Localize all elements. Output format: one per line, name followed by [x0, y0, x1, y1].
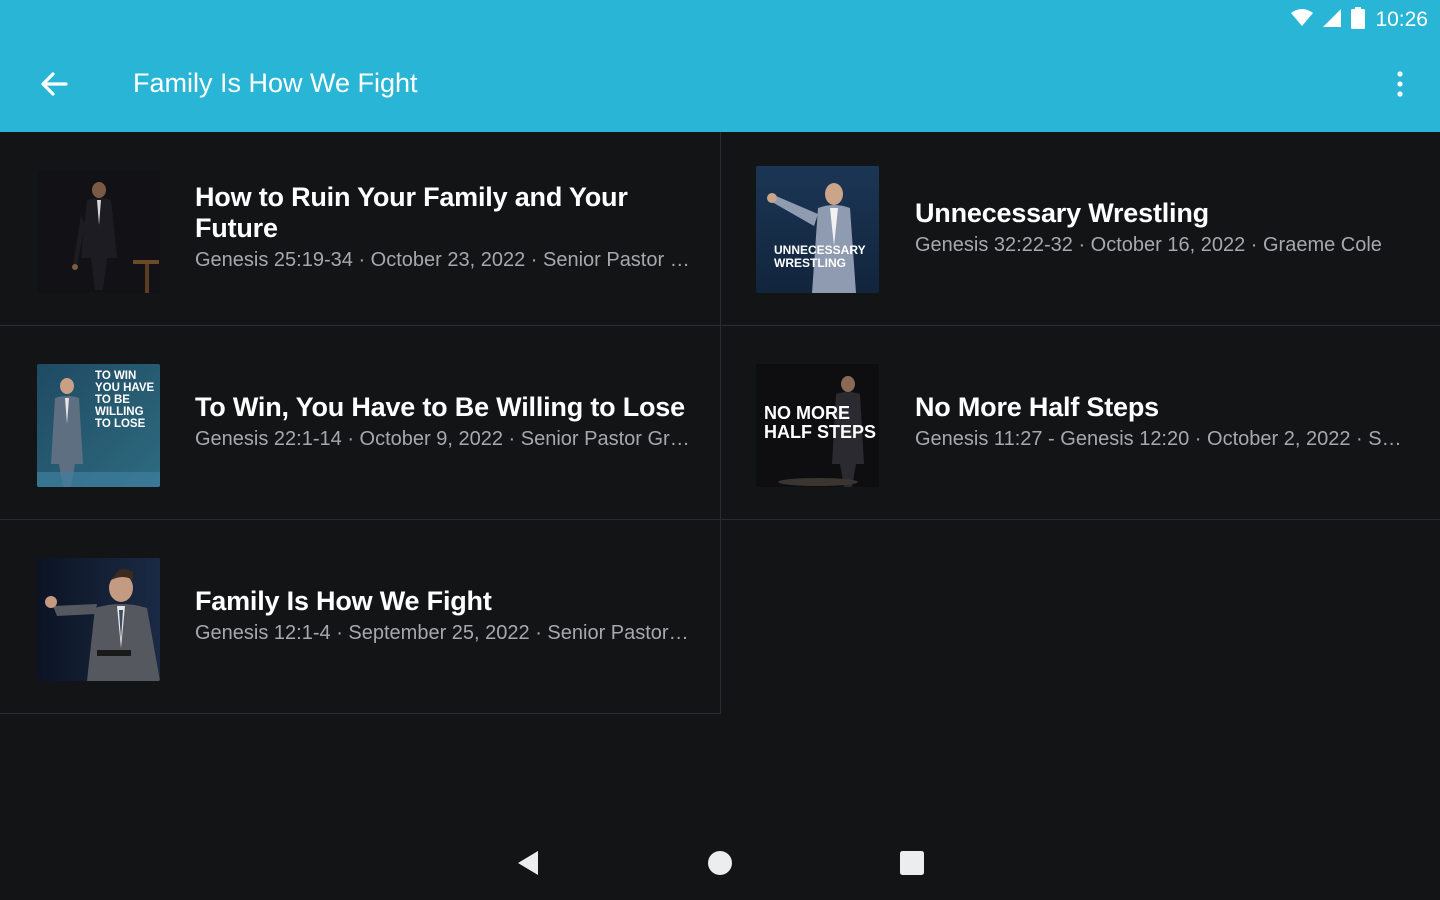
nav-back-button[interactable]	[500, 840, 556, 890]
nav-recents-icon	[900, 850, 924, 880]
sermon-card[interactable]: TO WIN YOU HAVE TO BE WILLING TO LOSE To…	[0, 326, 721, 520]
sermon-thumbnail: NO MORE HALF STEPS	[756, 364, 879, 487]
nav-home-icon	[707, 850, 733, 881]
thumbnail-caption: UNNECESSARY WRESTLING	[774, 243, 866, 270]
sermon-title: Family Is How We Fight	[195, 585, 492, 616]
sermon-card[interactable]: UNNECESSARY WRESTLING Unnecessary Wrestl…	[721, 132, 1440, 326]
system-nav-bar	[0, 830, 1440, 900]
page-title: Family Is How We Fight	[133, 68, 418, 98]
sermon-subtitle: Genesis 12:1-4 · September 25, 2022 · Se…	[195, 621, 690, 644]
sermon-subtitle: Genesis 32:22-32 · October 16, 2022 · Gr…	[915, 233, 1382, 256]
sermon-subtitle: Genesis 11:27 - Genesis 12:20 · October …	[915, 427, 1412, 450]
arrow-left-icon	[40, 71, 68, 101]
wifi-icon	[1291, 8, 1314, 32]
sermon-title: To Win, You Have to Be Willing to Lose	[195, 391, 685, 422]
nav-home-button[interactable]	[692, 840, 748, 890]
app-bar: Family Is How We Fight	[0, 40, 1440, 132]
sermon-subtitle: Genesis 22:1-14 · October 9, 2022 · Seni…	[195, 427, 690, 450]
battery-icon	[1351, 6, 1366, 34]
sermon-text: Family Is How We Fight Genesis 12:1-4 · …	[195, 520, 690, 713]
status-time: 10:26	[1375, 8, 1428, 31]
sermon-card[interactable]: Family Is How We Fight Genesis 12:1-4 · …	[0, 520, 721, 714]
sermon-card[interactable]: How to Ruin Your Family and Your Future …	[0, 132, 721, 326]
sermon-text: How to Ruin Your Family and Your Future …	[195, 132, 690, 325]
more-vert-icon	[1396, 70, 1404, 102]
sermon-title: How to Ruin Your Family and Your Future	[195, 182, 628, 243]
sermon-text: No More Half Steps Genesis 11:27 - Genes…	[915, 326, 1412, 519]
sermon-title: Unnecessary Wrestling	[915, 197, 1209, 228]
sermon-thumbnail	[37, 558, 160, 681]
back-button[interactable]	[30, 64, 78, 108]
thumbnail-caption: NO MORE HALF STEPS	[764, 403, 877, 442]
sermon-thumbnail: UNNECESSARY WRESTLING	[756, 166, 879, 293]
sermon-thumbnail	[37, 170, 160, 293]
thumbnail-caption: TO WIN YOU HAVE TO BE WILLING TO LOSE	[95, 370, 155, 431]
overflow-menu-button[interactable]	[1386, 64, 1414, 108]
status-icons: 10:26	[1291, 6, 1428, 34]
nav-back-icon	[516, 850, 540, 881]
nav-recents-button[interactable]	[884, 840, 940, 890]
sermon-text: To Win, You Have to Be Willing to Lose G…	[195, 326, 690, 519]
sermon-card[interactable]: NO MORE HALF STEPS No More Half Steps Ge…	[721, 326, 1440, 520]
sermon-title: No More Half Steps	[915, 391, 1159, 422]
status-bar: 10:26	[0, 0, 1440, 40]
sermon-thumbnail: TO WIN YOU HAVE TO BE WILLING TO LOSE	[37, 364, 160, 487]
signal-icon	[1323, 8, 1342, 32]
sermon-text: Unnecessary Wrestling Genesis 32:22-32 ·…	[915, 132, 1412, 325]
sermon-subtitle: Genesis 25:19-34 · October 23, 2022 · Se…	[195, 249, 690, 271]
